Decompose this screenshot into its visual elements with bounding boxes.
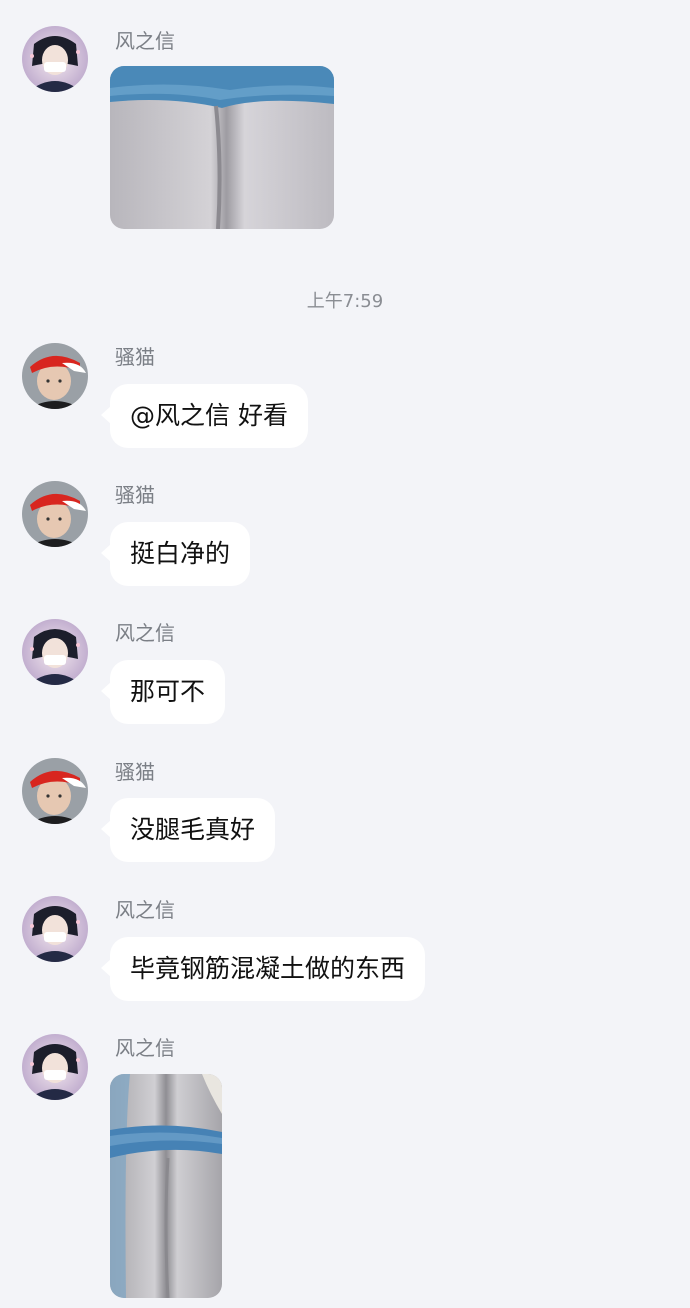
avatar-fengzhixin[interactable] <box>22 619 88 685</box>
avatar-fengzhixin[interactable] <box>22 896 88 962</box>
message-bubble[interactable]: 挺白净的 <box>100 522 251 586</box>
sender-name: 骚猫 <box>115 760 155 784</box>
sender-name: 风之信 <box>115 621 175 645</box>
avatar-saomao[interactable] <box>22 758 88 824</box>
avatar-saomao[interactable] <box>22 343 88 409</box>
avatar-saomao[interactable] <box>22 481 88 547</box>
sender-name: 骚猫 <box>115 483 155 507</box>
message-bubble[interactable]: 那可不 <box>100 660 226 724</box>
sender-name: 风之信 <box>115 29 175 53</box>
avatar-fengzhixin[interactable] <box>22 1034 88 1100</box>
avatar-fengzhixin[interactable] <box>22 26 88 92</box>
message-timestamp: 上午7:59 <box>306 291 384 312</box>
message-bubble[interactable]: @风之信 好看 <box>101 384 308 448</box>
message-bubble[interactable]: 没腿毛真好 <box>100 798 276 862</box>
sender-name: 风之信 <box>115 898 175 922</box>
sender-name: 骚猫 <box>115 345 155 369</box>
image-message[interactable] <box>110 1074 222 1298</box>
sender-name: 风之信 <box>115 1036 175 1060</box>
message-bubble[interactable]: 毕竟钢筋混凝土做的东西 <box>100 937 426 1001</box>
image-message[interactable] <box>110 66 334 229</box>
